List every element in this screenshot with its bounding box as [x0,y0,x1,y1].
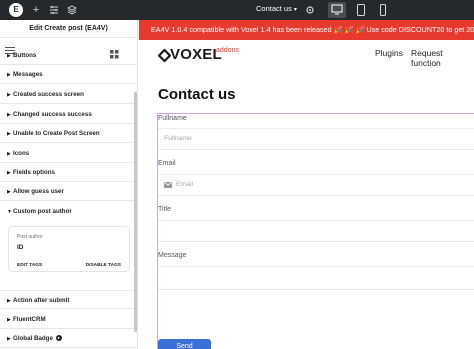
logo-text: VOXEL [170,46,222,63]
layers-icon[interactable] [64,2,80,18]
page-preview: EA4V 1.0.4 compatible with Voxel 1.4 has… [139,20,474,349]
section-label: FluentCRM [13,316,46,323]
widget-settings-panel: Edit Create post (EA4V) ▶ Buttons ▶ Messag… [0,20,138,349]
section-action-after-submit[interactable]: ▶ Action after submit [0,290,136,309]
pro-badge-icon: ● [55,335,62,342]
section-label: Messages [13,71,43,78]
section-created-success-screen[interactable]: ▶ Created success screen [0,85,136,104]
section-icons[interactable]: ▶ Icons [0,144,136,163]
edit-tags-button[interactable]: EDIT TAGS [17,263,42,268]
page-title: Contact us [158,86,236,103]
email-input[interactable]: Email [158,174,474,196]
fullname-placeholder: Fullname [164,135,192,142]
email-label: Email [158,160,176,167]
logo-subtext: addons [216,47,239,54]
section-messages[interactable]: ▶ Messages [0,65,136,84]
message-textarea[interactable] [158,266,474,290]
disable-tags-button[interactable]: DISABLE TAGS [86,263,121,268]
section-label: Fields options [13,169,55,176]
section-fields-options[interactable]: ▶ Fields options [0,163,136,182]
section-label: Action after submit [13,297,70,304]
section-label: Changed success success [13,111,92,118]
section-custom-post-author[interactable]: ▼Custom post author [0,202,136,221]
elementor-logo-icon[interactable]: E [9,3,23,17]
section-allow-guess-user[interactable]: ▶ Allow guess user [0,182,136,201]
post-author-value[interactable]: ID [17,244,24,251]
add-element-icon[interactable]: + [28,2,44,18]
tablet-view-button[interactable] [352,2,370,18]
promo-banner: EA4V 1.0.4 compatible with Voxel 1.4 has… [139,20,474,40]
nav-request-function[interactable]: Request function [411,48,474,68]
mobile-view-button[interactable] [374,2,392,18]
section-unable-to-create[interactable]: ▶ Unable to Create Post Screen [0,124,136,143]
nav-plugins[interactable]: Plugins [375,48,403,58]
panel-title: Edit Create post (EA4V) [0,20,137,38]
section-label: Custom post author [13,208,72,215]
page-selector-label: Contact us [256,4,292,13]
section-label: Icons [13,150,30,157]
panel-scrollbar[interactable] [134,92,137,332]
page-selector[interactable]: Contact us ▾ [256,4,297,13]
email-placeholder: Email [176,181,193,188]
section-label: Created success screen [13,91,84,98]
mail-icon [164,182,172,188]
post-author-label: Post author [17,234,43,240]
page-settings-gear-icon[interactable] [302,2,318,18]
section-label: Allow guess user [13,188,64,195]
editor-topbar: E + Contact us ▾ [0,0,474,20]
fullname-input[interactable]: Fullname [158,128,474,150]
desktop-view-button[interactable] [328,2,346,18]
section-label: Unable to Create Post Screen [13,130,100,137]
section-global-badge[interactable]: ▶ Global Badge ● [0,329,136,348]
message-label: Message [158,252,187,259]
section-buttons[interactable]: ▶ Buttons [0,46,136,65]
chevron-down-icon: ▾ [293,7,297,13]
post-author-control[interactable]: Post author ID EDIT TAGS DISABLE TAGS [8,226,130,272]
send-button[interactable]: Send [158,339,211,349]
section-fluentcrm[interactable]: ▶ FluentCRM [0,310,136,329]
section-label: Buttons [13,52,37,59]
fullname-label: Fullname [158,115,187,122]
title-label: Title [158,206,171,213]
settings-sliders-icon[interactable] [46,2,62,18]
title-input[interactable] [158,220,474,242]
section-changed-success[interactable]: ▶ Changed success success [0,105,136,124]
section-label: Global Badge [13,335,53,342]
